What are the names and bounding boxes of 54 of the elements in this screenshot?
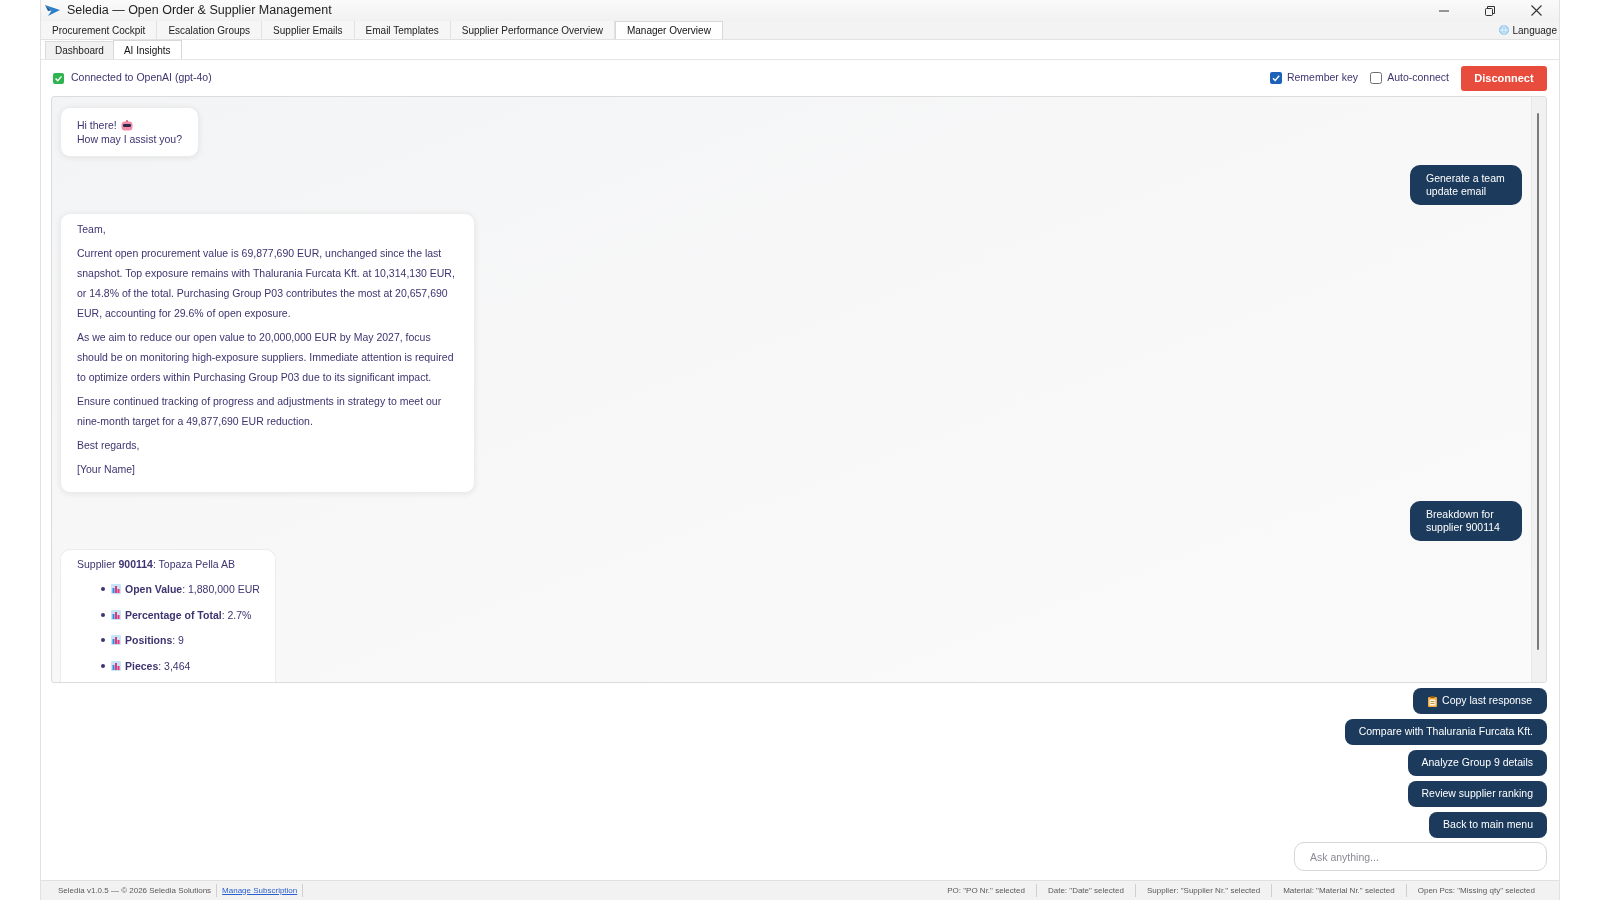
connection-status: Connected to OpenAI (gpt-4o) xyxy=(71,70,212,86)
message-text: [Your Name] xyxy=(77,462,136,477)
copy-button[interactable]: Copy last response xyxy=(1413,688,1547,714)
list-item-text: Percentage of Total: 2.7% xyxy=(125,607,252,622)
list-item-text: Positions: 9 xyxy=(125,633,184,648)
bullet-icon xyxy=(101,663,105,668)
checkbox[interactable] xyxy=(1269,72,1282,84)
tab[interactable]: Manager Overview xyxy=(614,21,723,39)
message-text: Ensure continued tracking of progress and adjustments in strategy to meet our nine-month target for a 49,877,690 EUR reduction. xyxy=(77,394,443,429)
message-text: Current open procurement value is 69,877,690 EUR, unchanged since the last snapshot. Top exposure remains with Thalurania Furcata Kft. at 10,314,130 EUR, or 14.8% of the total. Purchasing Group P03 contributes the most at 20,657,690 EUR, accounting for 29.6% of open exposure. xyxy=(77,246,456,321)
close-icon[interactable] xyxy=(1530,5,1542,16)
bar-chart-icon xyxy=(111,635,121,646)
bullet-icon xyxy=(101,638,105,643)
subscription-link[interactable]: Manage Subscription xyxy=(222,884,298,897)
message-text: Supplier 900114: Topaza Pella AB xyxy=(77,557,237,571)
robot-icon xyxy=(120,119,133,131)
bar-chart-icon xyxy=(111,609,121,620)
bar-chart-icon xyxy=(111,660,121,671)
restore-icon[interactable] xyxy=(1485,5,1495,16)
status-text: Material: "Material Nr." selected xyxy=(1283,884,1395,897)
logo-icon xyxy=(45,5,60,16)
message-text: Team, xyxy=(77,222,107,237)
suggestion-button[interactable]: Analyze Group 9 details xyxy=(1407,750,1547,776)
bullet-icon xyxy=(101,586,105,591)
chat-bubble: Generate a team update email xyxy=(1410,165,1522,205)
status-text: Date: "Date" selected xyxy=(1047,884,1124,897)
language-button[interactable]: Language xyxy=(1498,21,1557,39)
status-text: Open Pcs: "Missing qty" selected xyxy=(1417,884,1535,897)
suggestion-button[interactable]: Back to main menu xyxy=(1429,812,1547,838)
disconnect-button[interactable]: Disconnect xyxy=(1461,65,1547,91)
chat-bubble: Breakdown for supplier 900114 xyxy=(1410,501,1522,541)
message-text: How may I assist you? xyxy=(77,132,183,146)
list-item-text: Pieces: 3,464 xyxy=(125,658,191,673)
suggestion-button[interactable]: Compare with Thalurania Furcata Kft. xyxy=(1344,719,1547,745)
checkbox[interactable] xyxy=(1370,72,1383,84)
checkbox-label[interactable]: Remember key xyxy=(1286,70,1359,86)
bullet-icon xyxy=(101,612,105,617)
status-text: Supplier: "Supplier Nr." selected xyxy=(1146,884,1261,897)
message-text: Hi there! xyxy=(77,118,117,132)
clipboard-icon xyxy=(1428,695,1438,707)
message-text: As we aim to reduce our open value to 20,000,000 EUR by May 2027, focus should be on monitoring high-exposure suppliers. Immediate attention is required to optimize orders within Purchasing Group P03 due to its significant impact. xyxy=(77,330,455,385)
bar-chart-icon xyxy=(111,583,121,594)
scrollbar-thumb[interactable] xyxy=(1537,113,1539,650)
version-text: Seledia v1.0.5 — © 2026 Seledia Solutions xyxy=(58,884,212,897)
chat-input[interactable]: Ask anything... xyxy=(1294,842,1547,871)
list-item-text: Open Value: 1,880,000 EUR xyxy=(125,581,260,596)
tab[interactable]: AI Insights xyxy=(112,40,182,59)
checkbox-label[interactable]: Auto-connect xyxy=(1387,70,1449,86)
tab[interactable]: Dashboard xyxy=(45,41,113,59)
window-title: Seledia — Open Order & Supplier Management xyxy=(67,2,332,20)
globe-icon xyxy=(1498,25,1509,35)
status-text: PO: "PO Nr." selected xyxy=(947,884,1025,897)
message-text: Best regards, xyxy=(77,438,141,453)
suggestion-button[interactable]: Review supplier ranking xyxy=(1407,781,1547,807)
